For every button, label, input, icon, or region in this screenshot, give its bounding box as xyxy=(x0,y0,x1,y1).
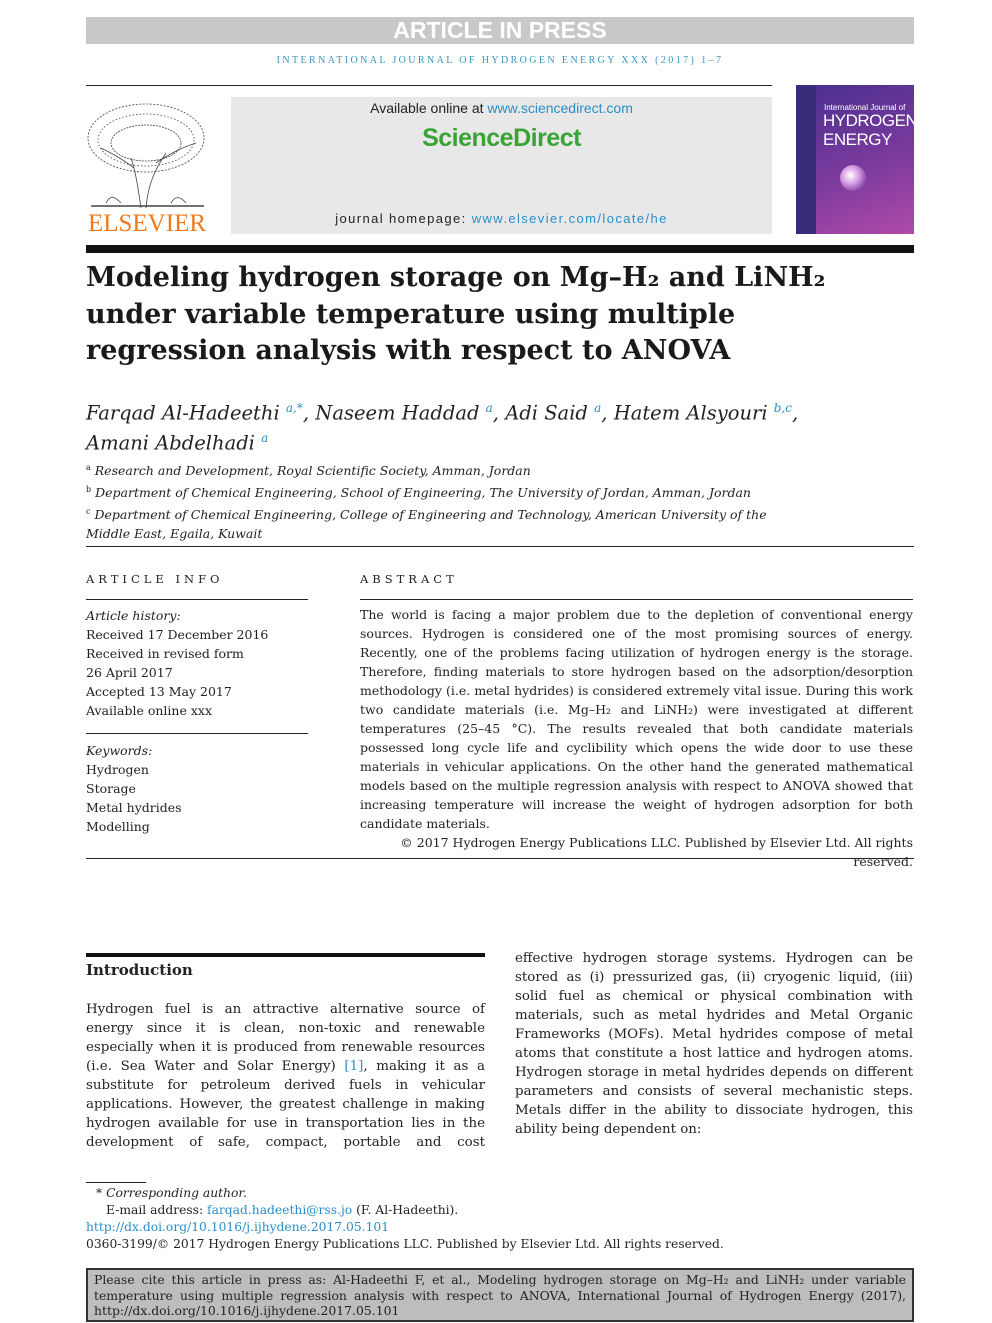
journal-cover-image: International Journal of HYDROGEN ENERGY xyxy=(796,85,914,234)
citation-box: Please cite this article in press as: Al… xyxy=(86,1268,914,1322)
footnotes: * Corresponding author. E-mail address: … xyxy=(86,1185,914,1253)
author: Hatem Alsyouri xyxy=(613,401,768,425)
reference-link[interactable]: [1] xyxy=(344,1059,363,1074)
keyword: Metal hydrides xyxy=(86,800,182,815)
footnote-rule xyxy=(86,1182,146,1183)
author-affil-mark[interactable]: a xyxy=(486,401,493,415)
affiliation: c Department of Chemical Engineering, Co… xyxy=(86,502,786,543)
affil-mark: a xyxy=(86,463,91,472)
keywords-label: Keywords: xyxy=(86,743,153,758)
author: Adi Said xyxy=(505,401,588,425)
divider xyxy=(86,85,772,86)
introduction-heading: Introduction xyxy=(86,961,193,979)
article-info-heading: ARTICLE INFO xyxy=(86,572,224,586)
corresponding-author-note: Corresponding author. xyxy=(106,1186,247,1200)
introduction-right-column: effective hydrogen storage systems. Hydr… xyxy=(515,949,913,1139)
history-item: Received in revised form xyxy=(86,646,244,661)
article-in-press-banner: ARTICLE IN PRESS xyxy=(86,17,914,44)
history-item: Available online xxx xyxy=(86,703,212,718)
cover-title-1: HYDROGEN xyxy=(823,111,914,130)
section-rule xyxy=(86,953,485,957)
author: Amani Abdelhadi xyxy=(86,431,255,454)
divider xyxy=(86,599,308,600)
article-title: Modeling hydrogen storage on Mg–H₂ and L… xyxy=(86,262,826,366)
history-item: Accepted 13 May 2017 xyxy=(86,684,232,699)
affil-text: Department of Chemical Engineering, Scho… xyxy=(95,485,751,501)
author: Naseem Haddad xyxy=(315,401,480,425)
journal-header: INTERNATIONAL JOURNAL OF HYDROGEN ENERGY… xyxy=(276,55,724,66)
affil-mark: b xyxy=(86,485,92,495)
affiliation: b Department of Chemical Engineering, Sc… xyxy=(86,480,786,502)
introduction-left-column: Hydrogen fuel is an attractive alternati… xyxy=(86,1000,485,1152)
intro-text: effective hydrogen storage systems. Hydr… xyxy=(515,951,913,1137)
affiliation: a Research and Development, Royal Scient… xyxy=(86,458,786,480)
email-suffix: (F. Al-Hadeethi). xyxy=(352,1203,459,1217)
author-affil-mark[interactable]: a xyxy=(594,401,601,415)
history-item: Received 17 December 2016 xyxy=(86,627,269,642)
author-affil-mark[interactable]: a xyxy=(261,431,268,445)
author-list: Farqad Al-Hadeethi a,*, Naseem Haddad a,… xyxy=(86,401,799,454)
keyword: Hydrogen xyxy=(86,762,149,777)
author: Farqad Al-Hadeethi xyxy=(86,401,280,425)
affiliations: a Research and Development, Royal Scient… xyxy=(86,458,786,543)
article-history: Article history: Received 17 December 20… xyxy=(86,606,308,720)
email-label: E-mail address: xyxy=(106,1203,208,1217)
sciencedirect-link[interactable]: www.sciencedirect.com xyxy=(487,100,633,116)
keyword: Modelling xyxy=(86,819,150,834)
author-affil-mark[interactable]: a,* xyxy=(286,401,303,415)
divider xyxy=(86,858,914,859)
available-online: Available online at www.sciencedirect.co… xyxy=(231,100,772,116)
history-item: 26 April 2017 xyxy=(86,665,173,680)
thick-divider xyxy=(86,245,914,253)
elsevier-wordmark: ELSEVIER xyxy=(87,210,207,237)
keywords: Keywords: Hydrogen Storage Metal hydride… xyxy=(86,741,308,836)
cover-title-2: ENERGY xyxy=(823,130,892,149)
keyword: Storage xyxy=(86,781,136,796)
affil-mark: c xyxy=(86,507,91,517)
sciencedirect-logo: ScienceDirect xyxy=(422,124,581,152)
abstract-heading: ABSTRACT xyxy=(360,572,458,586)
journal-homepage: journal homepage: www.elsevier.com/locat… xyxy=(231,211,772,226)
divider xyxy=(86,733,308,734)
history-label: Article history: xyxy=(86,608,181,623)
homepage-label: journal homepage: xyxy=(335,211,472,226)
available-label: Available online at xyxy=(370,100,488,116)
abstract: The world is facing a major problem due … xyxy=(360,605,913,871)
abstract-text: The world is facing a major problem due … xyxy=(360,607,913,831)
affil-text: Research and Development, Royal Scientif… xyxy=(94,463,531,479)
doi-link[interactable]: http://dx.doi.org/10.1016/j.ijhydene.201… xyxy=(86,1219,914,1236)
email-link[interactable]: farqad.hadeethi@rss.jo xyxy=(207,1203,352,1217)
divider xyxy=(360,599,913,600)
homepage-link[interactable]: www.elsevier.com/locate/he xyxy=(472,211,668,226)
divider xyxy=(86,546,914,547)
affil-text: Department of Chemical Engineering, Coll… xyxy=(86,507,767,542)
author-affil-mark[interactable]: b,c xyxy=(774,401,792,415)
abstract-copyright: © 2017 Hydrogen Energy Publications LLC.… xyxy=(400,835,913,869)
issn-line: 0360-3199/© 2017 Hydrogen Energy Publica… xyxy=(86,1237,724,1251)
